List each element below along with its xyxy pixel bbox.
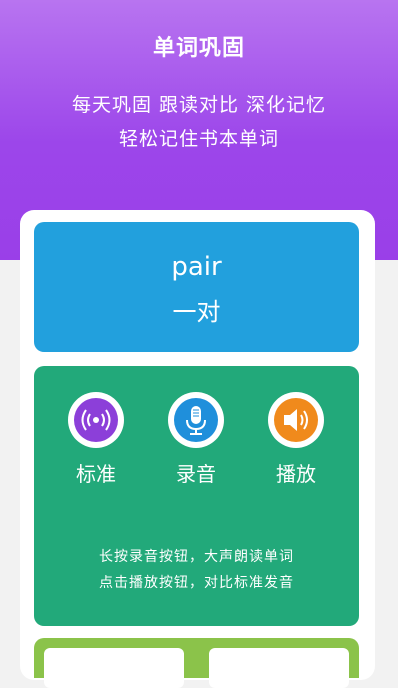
word-meaning: 一对: [172, 298, 221, 326]
subtitle-line-2: 轻松记住书本单词: [118, 128, 279, 150]
play-label: 播放: [276, 462, 316, 486]
microphone-icon: [174, 398, 218, 442]
word-card[interactable]: pair 一对: [34, 222, 359, 352]
bottom-option-left[interactable]: [44, 648, 184, 688]
subtitle-line-1: 每天巩固 跟读对比 深化记忆: [71, 94, 327, 116]
play-button[interactable]: 播放: [256, 392, 336, 487]
page-title: 单词巩固: [152, 36, 245, 61]
bottom-option-right[interactable]: [209, 648, 349, 688]
record-label: 录音: [176, 462, 216, 486]
hint-line-1: 长按录音按钮，大声朗读单词: [99, 549, 294, 565]
speaker-wave-icon: [74, 398, 118, 442]
volume-icon: [274, 398, 318, 442]
standard-audio-label: 标准: [76, 462, 116, 486]
standard-audio-circle: [68, 392, 124, 448]
hint-line-2: 点击播放按钮，对比标准发音: [99, 575, 294, 591]
record-circle: [168, 392, 224, 448]
standard-audio-button[interactable]: 标准: [56, 392, 136, 487]
play-circle: [268, 392, 324, 448]
word-text: pair: [171, 252, 222, 282]
practice-panel: 标准 录音 播放 长按录音按钮，大声朗读单词 点击播放按钮，对比标准发音: [34, 366, 359, 626]
content-card: pair 一对 标准 录音 播放 长按录音按钮，大声朗读单词 点击播放按钮，对比…: [20, 210, 375, 688]
bottom-panel: [34, 638, 359, 688]
record-button[interactable]: 录音: [156, 392, 236, 487]
